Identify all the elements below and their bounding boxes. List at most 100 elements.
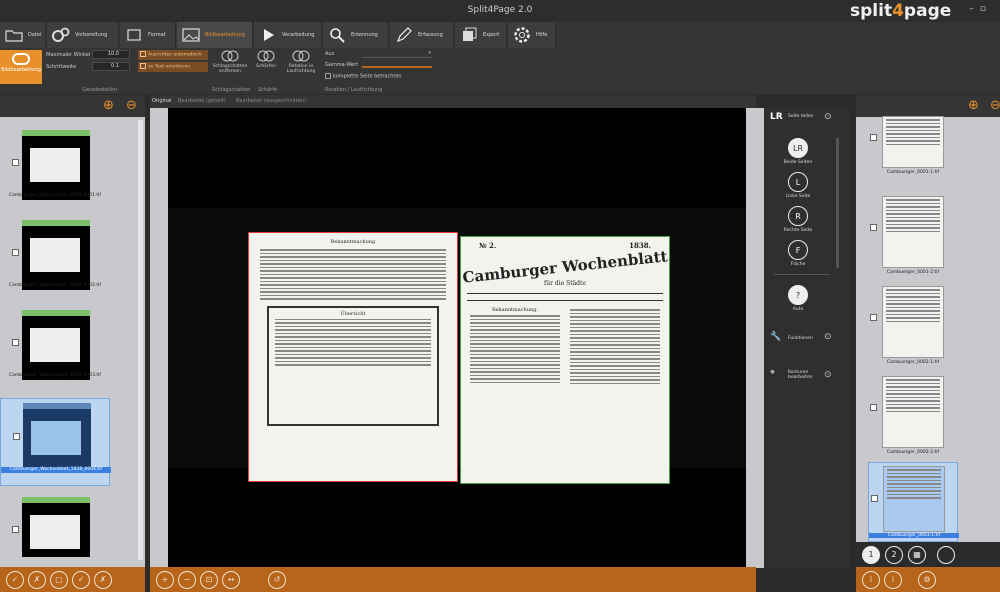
step-input[interactable]: 0.1	[92, 62, 130, 71]
left-scrollbar[interactable]	[138, 120, 143, 560]
side-scrollbar[interactable]	[836, 138, 839, 268]
rotate-icon	[292, 50, 310, 62]
list-item[interactable]: Cambuerger_Wochenblatt_1838_0001.tif	[0, 125, 110, 205]
mode-two-icon[interactable]: 2	[885, 545, 903, 564]
tab-erfassung[interactable]: Erfassung	[390, 22, 454, 48]
remove-shadow-button[interactable]: Schlagschatten entfernen	[212, 50, 248, 74]
left-toolbar: ✓ ✗ ▢ ✓ ✗	[0, 567, 145, 592]
collapse-icon[interactable]: ⊙	[824, 112, 832, 122]
area-button[interactable]: F Fläche	[768, 240, 828, 267]
settings-icon[interactable]: ⚙	[918, 570, 936, 589]
uncheck-selected-icon[interactable]: ✗	[94, 570, 112, 589]
thumb-checkbox[interactable]	[870, 224, 877, 231]
thumb-checkbox[interactable]	[12, 159, 19, 166]
main-bildbearbeitung-button[interactable]: Bildbearbeitung	[0, 50, 42, 84]
max-angle-label: Maximaler Winkel	[46, 52, 91, 58]
magnifier-icon	[327, 26, 347, 44]
folder-icon	[4, 26, 24, 44]
right-page-button[interactable]: R Rechte Seite	[768, 206, 828, 233]
tab-bildbearbeitung[interactable]: Bildbearbeitung	[177, 22, 253, 48]
page-icon[interactable]: ▢	[50, 570, 68, 589]
shadow-icon	[221, 50, 239, 62]
uncheck-icon[interactable]: ✗	[28, 570, 46, 589]
split-header[interactable]: LR Seite teilen ⊙	[768, 112, 848, 128]
zoom-width-icon[interactable]: ↔	[222, 570, 240, 589]
expand-icon[interactable]: ⊙	[824, 332, 832, 342]
left-page-button[interactable]: L Linke Seite	[768, 172, 828, 199]
thumb-checkbox[interactable]	[870, 314, 877, 321]
left-page-text	[257, 249, 449, 300]
tab-original[interactable]: Original	[152, 98, 172, 104]
gamma-mode[interactable]: Aus	[325, 51, 334, 57]
zoom-out-icon[interactable]: ⊖	[990, 98, 1000, 113]
check-all-icon[interactable]: ✓	[6, 570, 24, 589]
thumb-checkbox[interactable]	[870, 404, 877, 411]
left-page[interactable]: Bekanntmachung Übersicht	[248, 232, 458, 482]
thumb-checkbox[interactable]	[871, 495, 878, 502]
zoom-out-icon[interactable]: −	[178, 570, 196, 589]
tab-format[interactable]: Format	[120, 22, 176, 48]
auto-straighten-checkbox[interactable]: Ausrichten automatisch	[138, 50, 208, 60]
max-angle-input[interactable]: 10.0	[92, 50, 130, 59]
right-page[interactable]: № 2. 1838. Camburger Wochenblatt für die …	[460, 236, 670, 484]
gamma-dropdown[interactable]: ▾	[362, 50, 432, 58]
tab-split[interactable]: Bearbeitet (geteilt)	[178, 98, 226, 104]
image-canvas[interactable]: Bekanntmachung Übersicht № 2. 1838. Cambu…	[168, 108, 746, 568]
list-item[interactable]: Cambuerger_0001-1.tif	[868, 112, 958, 187]
lifebuoy-icon	[512, 26, 532, 44]
list-item[interactable]: Cambuerger_Wochenblatt_1838_0003.tif	[0, 305, 110, 385]
split-page-icon	[12, 53, 30, 65]
maximize-icon[interactable]: ▫	[980, 4, 992, 14]
tab-hilfe[interactable]: Hilfe	[508, 22, 556, 48]
tab-export[interactable]: Export	[455, 22, 507, 48]
zoom-fit-icon[interactable]: ⊡	[200, 570, 218, 589]
minimize-icon[interactable]: –	[969, 4, 980, 14]
mode-grid-icon[interactable]: ▦	[908, 545, 926, 564]
export-icon	[459, 26, 479, 44]
expand-icon[interactable]: ⊙	[824, 370, 832, 380]
tab-erkennung[interactable]: Erkennung	[323, 22, 389, 48]
tab-datei[interactable]: Datei	[0, 22, 46, 48]
info-alt-icon[interactable]: i	[884, 570, 902, 589]
chevron-down-icon: ▾	[428, 50, 431, 56]
list-item[interactable]	[0, 492, 110, 562]
list-item[interactable]: Cambuerger_0001-2.tif	[868, 192, 958, 277]
zoom-out-icon[interactable]: ⊖	[126, 98, 137, 113]
rotate-scan-button[interactable]: Rotation in Laufrichtung	[283, 50, 319, 74]
list-item[interactable]: Cambuerger_0002-1.tif	[868, 282, 958, 367]
list-item-selected[interactable]: Cambuerger_0003-1.tif	[868, 462, 959, 542]
contours-section[interactable]: ⌖ Konturen bearbeiten ⊙	[768, 368, 848, 384]
viewer-toolbar: + − ⊡ ↔ ↺	[150, 567, 756, 592]
tab-cut[interactable]: Bearbeitet (ausgeschnitten)	[236, 98, 306, 104]
zoom-in-icon[interactable]: ⊕	[103, 98, 114, 113]
title-bar: Split4Page 2.0 split4page –▫	[0, 0, 1000, 22]
whole-page-checkbox[interactable]: komplette Seite betrachten	[325, 73, 402, 80]
list-item[interactable]: Cambuerger_0002-2.tif	[868, 372, 958, 457]
zoom-in-icon[interactable]: +	[156, 570, 174, 589]
both-pages-button[interactable]: LR Beide Seiten	[768, 138, 828, 165]
tab-vorbereitung[interactable]: Vorbereitung	[47, 22, 119, 48]
tab-verarbeitung[interactable]: Verarbeitung	[254, 22, 322, 48]
sharpen-button[interactable]: Schärfen	[252, 50, 280, 69]
info-icon[interactable]: i	[862, 570, 880, 589]
list-item[interactable]: Cambuerger_Wochenblatt_1838_0002.tif	[0, 215, 110, 295]
list-item-selected[interactable]: Cambuerger_Wochenblatt_1838_0004.tif	[0, 398, 111, 486]
thumb-checkbox[interactable]	[13, 433, 20, 440]
window-controls[interactable]: –▫	[969, 4, 992, 14]
apply-text-checkbox[interactable]: an Text orientieren	[138, 62, 208, 72]
thumb-caption: Cambuerger_Wochenblatt_1838_0004.tif	[1, 467, 111, 473]
left-panel-header: ⊕ ⊖	[0, 95, 145, 117]
mode-one-icon[interactable]: 1	[862, 545, 880, 564]
functions-section[interactable]: 🔧 Funktionen ⊙	[768, 332, 848, 346]
thumb-checkbox[interactable]	[12, 249, 19, 256]
zoom-in-icon[interactable]: ⊕	[968, 98, 979, 113]
thumb-checkbox[interactable]	[12, 339, 19, 346]
rotate-icon[interactable]: ↺	[268, 570, 286, 589]
mode-circle-icon[interactable]	[937, 545, 955, 564]
thumb-checkbox[interactable]	[870, 134, 877, 141]
auto-button[interactable]: ? Auto	[768, 285, 828, 312]
check-selected-icon[interactable]: ✓	[72, 570, 90, 589]
gamma-value-label: Gamma-Wert	[325, 62, 359, 68]
thumb-checkbox[interactable]	[12, 526, 19, 533]
gamma-slider[interactable]	[362, 66, 432, 68]
